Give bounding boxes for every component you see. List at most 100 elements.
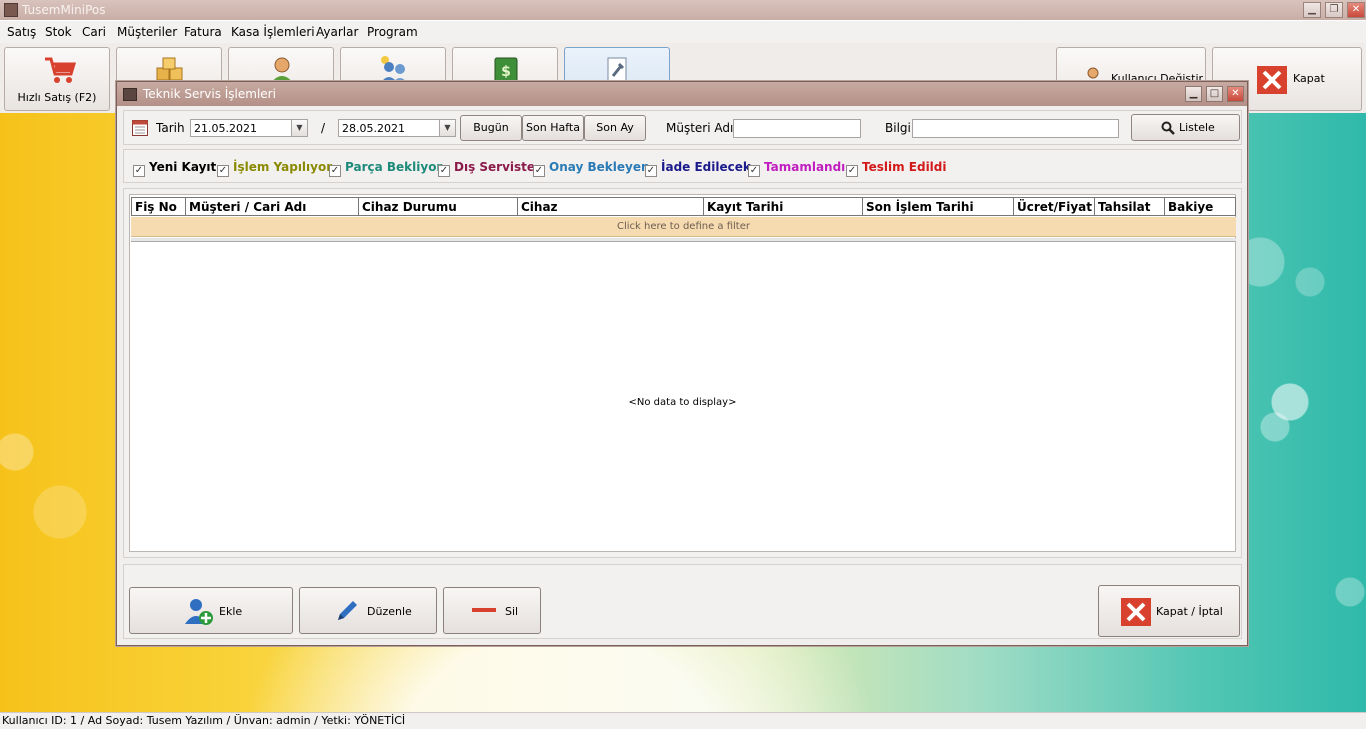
- users-icon: [380, 56, 408, 84]
- dialog-minimize-icon[interactable]: ▁: [1185, 86, 1202, 102]
- filter-label: İade Edilecek: [661, 160, 751, 174]
- empty-message: <No data to display>: [628, 397, 737, 408]
- menu-item-stok[interactable]: Stok: [45, 25, 72, 39]
- grid-header: Fiş No Müşteri / Cari Adı Cihaz Durumu C…: [131, 197, 1236, 216]
- wrench-icon: [607, 57, 627, 83]
- grid-divider: [131, 238, 1236, 242]
- app-title: TusemMiniPos: [22, 3, 106, 17]
- date-to-value: 28.05.2021: [342, 122, 405, 135]
- filter-label: Tamamlandı: [764, 160, 846, 174]
- shopping-cart-icon: [45, 57, 77, 83]
- filter-panel: Tarih 21.05.2021 ▼ / 28.05.2021 ▼ Bugün …: [123, 110, 1242, 145]
- search-icon: [1161, 121, 1175, 135]
- dialog-close-icon[interactable]: ✕: [1227, 86, 1244, 102]
- column-header[interactable]: Cihaz: [517, 198, 703, 215]
- dialog-maximize-icon[interactable]: □: [1206, 86, 1223, 102]
- add-button[interactable]: Ekle: [129, 587, 293, 634]
- checkbox-checked-icon: ✓: [748, 165, 760, 177]
- column-header[interactable]: Cihaz Durumu: [358, 198, 517, 215]
- last-week-button[interactable]: Son Hafta: [522, 115, 584, 141]
- dialog-title: Teknik Servis İşlemleri: [143, 87, 276, 101]
- menu-item-ayarlar[interactable]: Ayarlar: [316, 25, 358, 39]
- technical-service-dialog: Teknik Servis İşlemleri ▁ □ ✕ Tarih 21.0…: [116, 81, 1248, 646]
- menu-item-cari[interactable]: Cari: [82, 25, 106, 39]
- calendar-icon: [132, 120, 148, 136]
- close-cancel-label: Kapat / İptal: [1156, 605, 1223, 618]
- quick-sale-label: Hızlı Satış (F2): [17, 91, 97, 104]
- column-header[interactable]: Ücret/Fiyat: [1013, 198, 1094, 215]
- boxes-icon: [156, 57, 183, 81]
- filter-new-record[interactable]: ✓ Yeni Kayıt: [133, 160, 217, 177]
- checkbox-checked-icon: ✓: [133, 165, 145, 177]
- chevron-down-icon[interactable]: ▼: [291, 120, 307, 136]
- filter-awaiting-part[interactable]: ✓ Parça Bekliyor: [329, 160, 443, 177]
- info-label: Bilgi: [885, 121, 911, 135]
- close-cancel-button[interactable]: Kapat / İptal: [1098, 585, 1240, 637]
- filter-external-service[interactable]: ✓ Dış Serviste: [438, 160, 536, 177]
- svg-text:$: $: [501, 64, 511, 80]
- date-label: Tarih: [156, 121, 185, 135]
- menu-bar: Satış Stok Cari Müşteriler Fatura Kasa İ…: [0, 21, 1366, 43]
- column-header[interactable]: Müşteri / Cari Adı: [185, 198, 358, 215]
- close-icon[interactable]: ✕: [1347, 2, 1365, 18]
- column-header[interactable]: Son İşlem Tarihi: [862, 198, 1013, 215]
- app-close-label: Kapat: [1293, 72, 1325, 85]
- list-button[interactable]: Listele: [1131, 114, 1240, 141]
- filter-label: Parça Bekliyor: [345, 160, 443, 174]
- delete-label: Sil: [505, 605, 519, 618]
- app-grid-icon: [4, 3, 18, 17]
- menu-item-kasa[interactable]: Kasa İşlemleri: [231, 25, 315, 39]
- edit-button[interactable]: Düzenle: [299, 587, 437, 634]
- edit-label: Düzenle: [367, 605, 412, 618]
- date-from-picker[interactable]: 21.05.2021 ▼: [190, 119, 308, 137]
- filter-to-return[interactable]: ✓ İade Edilecek: [645, 160, 751, 177]
- checkbox-checked-icon: ✓: [645, 165, 657, 177]
- checkbox-checked-icon: ✓: [438, 165, 450, 177]
- minimize-icon[interactable]: ▁: [1303, 2, 1321, 18]
- last-month-button[interactable]: Son Ay: [584, 115, 646, 141]
- menu-item-program[interactable]: Program: [367, 25, 418, 39]
- column-header[interactable]: Bakiye: [1164, 198, 1236, 215]
- delete-button[interactable]: Sil: [443, 587, 541, 634]
- chevron-down-icon[interactable]: ▼: [439, 120, 455, 136]
- pencil-icon: [338, 601, 357, 620]
- filter-row[interactable]: Click here to define a filter: [131, 217, 1236, 237]
- info-input[interactable]: [912, 119, 1119, 138]
- checkbox-checked-icon: ✓: [217, 165, 229, 177]
- customer-name-input[interactable]: [733, 119, 861, 138]
- person-icon: [270, 57, 294, 84]
- menu-item-satis[interactable]: Satış: [7, 25, 36, 39]
- checkbox-checked-icon: ✓: [846, 165, 858, 177]
- add-label: Ekle: [219, 605, 243, 618]
- restore-icon[interactable]: ❐: [1325, 2, 1343, 18]
- filter-in-progress[interactable]: ✓ İşlem Yapılıyor: [217, 160, 333, 177]
- date-separator: /: [321, 121, 326, 135]
- filter-label: Onay Bekleyen: [549, 160, 650, 174]
- menu-item-fatura[interactable]: Fatura: [184, 25, 222, 39]
- filter-label: Yeni Kayıt: [149, 160, 217, 174]
- add-user-icon: [185, 599, 213, 625]
- column-header[interactable]: Kayıt Tarihi: [703, 198, 862, 215]
- column-header[interactable]: Fiş No: [131, 198, 185, 215]
- app-title-bar: TusemMiniPos ▁ ❐ ✕: [0, 0, 1366, 20]
- menu-item-musteriler[interactable]: Müşteriler: [117, 25, 177, 39]
- checkbox-checked-icon: ✓: [533, 165, 545, 177]
- close-x-icon: [1121, 598, 1151, 626]
- quick-sale-button[interactable]: Hızlı Satış (F2): [4, 47, 110, 111]
- minus-icon: [472, 608, 496, 612]
- date-from-value: 21.05.2021: [194, 122, 257, 135]
- close-x-icon: [1257, 66, 1287, 94]
- date-to-picker[interactable]: 28.05.2021 ▼: [338, 119, 456, 137]
- today-button[interactable]: Bugün: [460, 115, 522, 141]
- filter-label: İşlem Yapılıyor: [233, 160, 333, 174]
- service-records-grid[interactable]: Fiş No Müşteri / Cari Adı Cihaz Durumu C…: [129, 194, 1236, 552]
- filter-label: Dış Serviste: [454, 160, 536, 174]
- dialog-title-bar: Teknik Servis İşlemleri ▁ □ ✕: [117, 82, 1247, 106]
- filter-awaiting-approval[interactable]: ✓ Onay Bekleyen: [533, 160, 650, 177]
- list-label: Listele: [1179, 121, 1215, 134]
- column-header[interactable]: Tahsilat: [1094, 198, 1164, 215]
- filter-completed[interactable]: ✓ Tamamlandı: [748, 160, 846, 177]
- status-bar: Kullanıcı ID: 1 / Ad Soyad: Tusem Yazılı…: [0, 712, 1366, 729]
- filter-delivered[interactable]: ✓ Teslim Edildi: [846, 160, 947, 177]
- customer-name-label: Müşteri Adı: [666, 121, 734, 135]
